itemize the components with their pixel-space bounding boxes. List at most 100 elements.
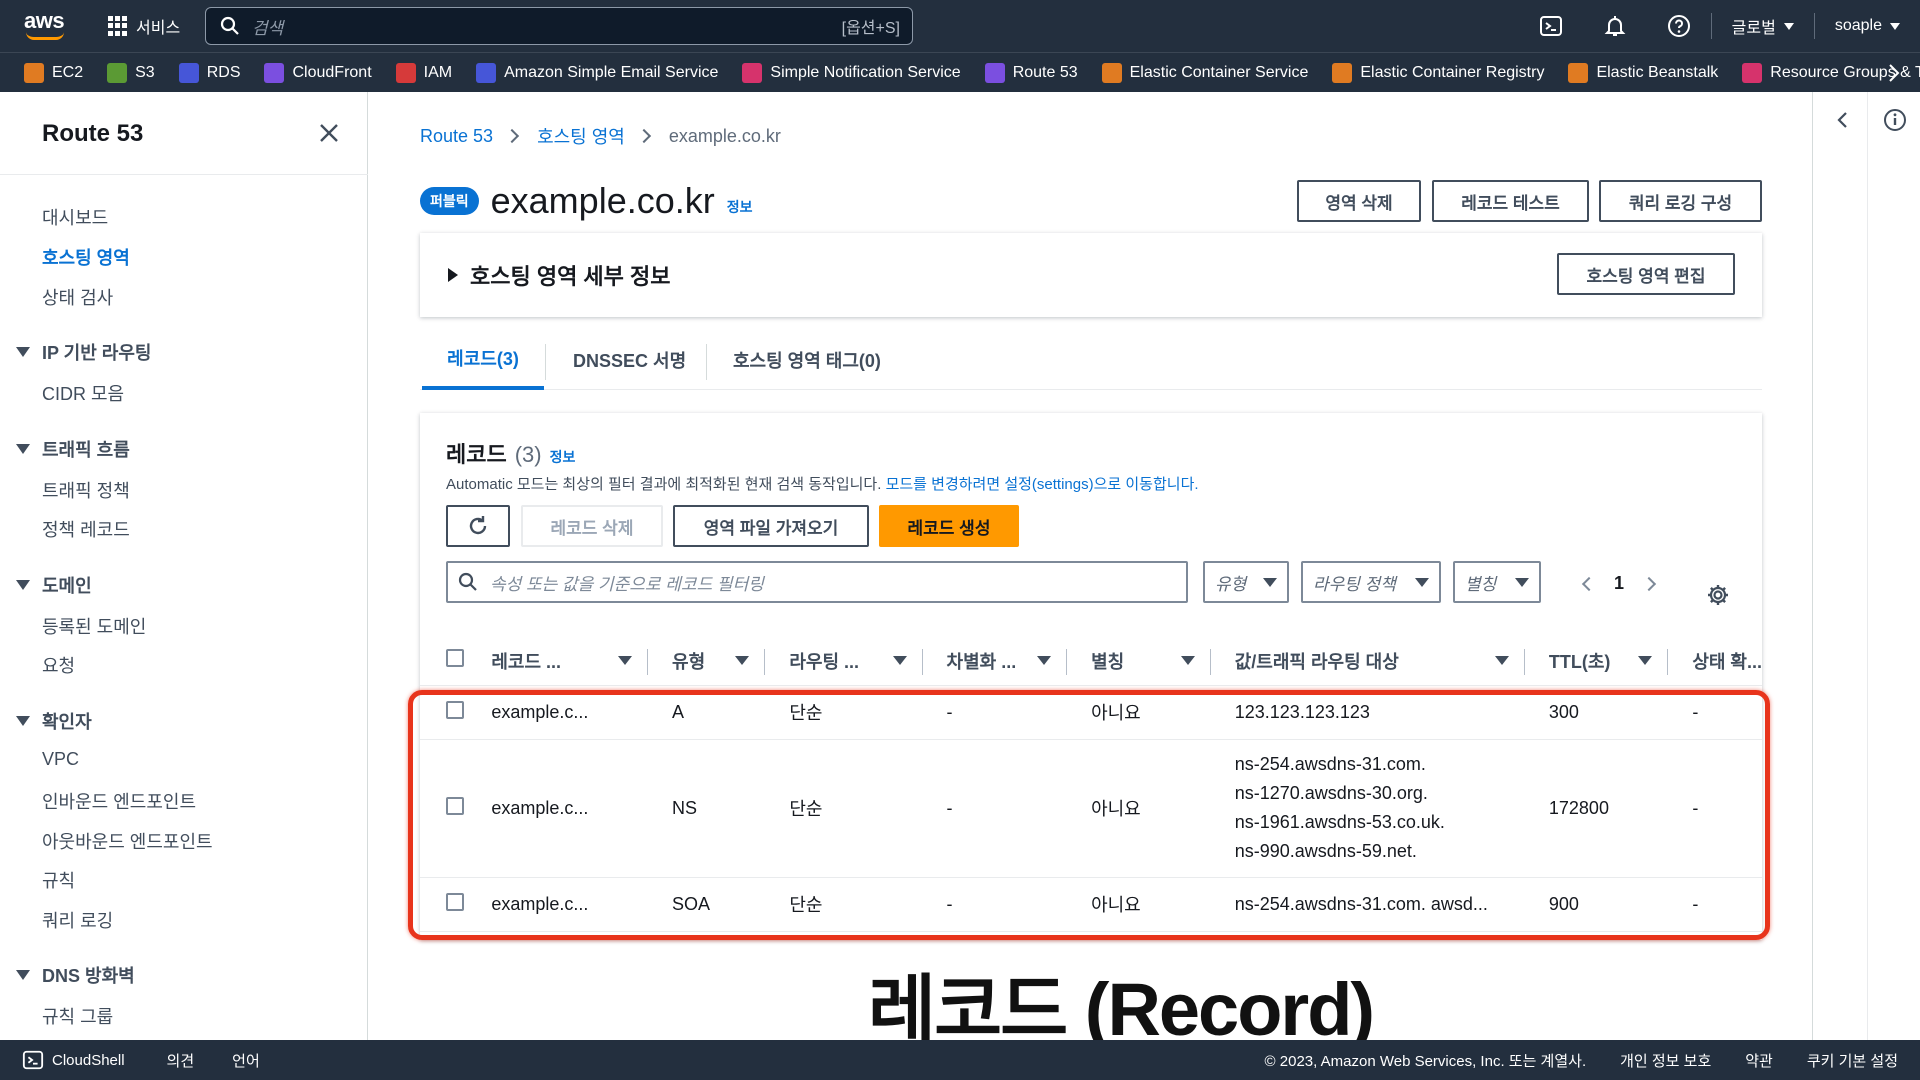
favorite-s3[interactable]: S3: [107, 62, 155, 83]
account-menu[interactable]: soaple: [1835, 17, 1900, 35]
help-icon[interactable]: [1666, 13, 1692, 39]
favorite-beanstalk[interactable]: Elastic Beanstalk: [1568, 62, 1718, 83]
favorite-ecr[interactable]: Elastic Container Registry: [1332, 62, 1544, 83]
services-menu[interactable]: 서비스: [108, 14, 180, 38]
favorite-cloudfront[interactable]: CloudFront: [264, 62, 372, 83]
favorite-ec2[interactable]: EC2: [24, 62, 83, 83]
edit-hosted-zone-button[interactable]: 호스팅 영역 편집: [1557, 253, 1735, 295]
terms-link[interactable]: 약관: [1745, 1050, 1773, 1071]
caret-down-icon: [1515, 577, 1529, 587]
caret-right-icon: [448, 268, 458, 282]
favorite-route53[interactable]: Route 53: [984, 62, 1078, 83]
record-filter-input[interactable]: 속성 또는 값을 기준으로 레코드 필터링: [446, 561, 1188, 603]
sort-icon[interactable]: [1494, 656, 1509, 666]
sidebar-item[interactable]: 규칙 그룹: [42, 1003, 113, 1029]
test-record-button[interactable]: 레코드 테스트: [1432, 180, 1589, 222]
favorite-ecs[interactable]: Elastic Container Service: [1101, 62, 1308, 83]
cloudshell-icon[interactable]: [1538, 13, 1564, 39]
col-health[interactable]: 상태 확...: [1692, 652, 1762, 672]
select-all-checkbox[interactable]: [446, 649, 464, 668]
create-record-button[interactable]: 레코드 생성: [879, 505, 1019, 547]
feedback-link[interactable]: 의견: [167, 1050, 195, 1071]
page-header: 퍼블릭 example.co.kr 정보: [420, 180, 753, 222]
region-selector[interactable]: 글로벌: [1732, 14, 1794, 38]
ecs-icon: [1101, 62, 1122, 83]
sidebar-item[interactable]: 상태 검사: [42, 284, 113, 310]
breadcrumb-hosted-zones[interactable]: 호스팅 영역: [537, 123, 625, 149]
sidebar-item[interactable]: 규칙: [42, 867, 75, 893]
sidebar-section[interactable]: IP 기반 라우팅: [16, 339, 151, 365]
type-dropdown[interactable]: 유형: [1203, 561, 1289, 603]
col-value[interactable]: 값/트래픽 라우팅 대상: [1235, 648, 1399, 674]
sidebar-item[interactable]: 아웃바운드 엔드포인트: [42, 828, 213, 854]
cookie-preferences-link[interactable]: 쿠키 기본 설정: [1807, 1050, 1898, 1071]
info-link[interactable]: 정보: [550, 447, 576, 467]
sidebar-item[interactable]: 등록된 도메인: [42, 613, 146, 639]
sidebar-item[interactable]: 인바운드 엔드포인트: [42, 788, 196, 814]
breadcrumb-route53[interactable]: Route 53: [420, 126, 493, 147]
col-routing[interactable]: 라우팅 ...: [789, 648, 859, 674]
next-page-icon[interactable]: [1641, 576, 1657, 591]
sidebar-section[interactable]: 확인자: [16, 708, 92, 734]
sidebar-section-label: 트래픽 흐름: [42, 439, 130, 460]
caret-down-icon: [16, 715, 30, 726]
tab-zone-tags[interactable]: 호스팅 영역 태그(0): [733, 330, 881, 390]
favorite-sns[interactable]: Simple Notification Service: [742, 62, 961, 83]
col-differentiator[interactable]: 차별화 ...: [947, 648, 1017, 674]
close-icon[interactable]: [318, 122, 340, 144]
col-type[interactable]: 유형: [672, 648, 705, 674]
tab-dnssec[interactable]: DNSSEC 서명: [573, 330, 686, 390]
favorite-rds[interactable]: RDS: [178, 62, 240, 83]
current-page[interactable]: 1: [1614, 573, 1624, 594]
sidebar-item[interactable]: 정책 레코드: [42, 516, 130, 542]
query-logging-button[interactable]: 쿼리 로깅 구성: [1599, 180, 1762, 222]
sort-icon[interactable]: [618, 656, 633, 666]
sidebar-item[interactable]: 쿼리 로깅: [42, 907, 113, 933]
gear-icon[interactable]: [1706, 583, 1730, 607]
chevron-right-icon[interactable]: [1884, 63, 1904, 83]
sidebar-item[interactable]: 트래픽 정책: [42, 477, 130, 503]
delete-record-button[interactable]: 레코드 삭제: [521, 505, 663, 547]
global-search-input[interactable]: 검색 [옵션+S]: [205, 7, 913, 45]
favorite-ses[interactable]: Amazon Simple Email Service: [476, 62, 718, 83]
routing-policy-dropdown[interactable]: 라우팅 정책: [1301, 561, 1441, 603]
privacy-link[interactable]: 개인 정보 보호: [1620, 1050, 1711, 1071]
sidebar-item[interactable]: 대시보드: [42, 204, 108, 230]
sidebar-section[interactable]: 도메인: [16, 572, 92, 598]
sidebar-item[interactable]: CIDR 모음: [42, 380, 124, 406]
favorite-label: Simple Notification Service: [770, 63, 961, 81]
sort-icon[interactable]: [1037, 656, 1052, 666]
sort-icon[interactable]: [1638, 656, 1653, 666]
col-alias[interactable]: 별칭: [1091, 648, 1124, 674]
sort-icon[interactable]: [1180, 656, 1195, 666]
iam-icon: [395, 62, 416, 83]
col-record-name[interactable]: 레코드 ...: [491, 648, 561, 674]
favorite-iam[interactable]: IAM: [395, 62, 452, 83]
details-expander[interactable]: 호스팅 영역 세부 정보: [448, 259, 671, 291]
col-ttl[interactable]: TTL(초): [1549, 648, 1611, 674]
alias-dropdown[interactable]: 별칭: [1453, 561, 1541, 603]
sort-icon[interactable]: [892, 656, 907, 666]
bell-icon[interactable]: [1602, 13, 1628, 39]
prev-page-icon[interactable]: [1581, 576, 1597, 591]
chevron-left-icon[interactable]: [1833, 110, 1853, 130]
public-badge: 퍼블릭: [420, 187, 479, 215]
settings-link[interactable]: 모드를 변경하려면 설정(settings)으로 이동합니다.: [886, 476, 1199, 493]
sidebar-section[interactable]: DNS 방화벽: [16, 962, 135, 988]
info-icon[interactable]: [1883, 108, 1907, 132]
sidebar-item[interactable]: 요청: [42, 652, 75, 678]
info-link[interactable]: 정보: [727, 197, 753, 217]
aws-logo[interactable]: aws: [24, 10, 66, 42]
import-zone-file-button[interactable]: 영역 파일 가져오기: [673, 505, 869, 547]
sidebar-item[interactable]: VPC: [42, 749, 79, 770]
language-link[interactable]: 언어: [232, 1050, 260, 1071]
tab-records[interactable]: 레코드(3): [422, 330, 544, 390]
delete-zone-button[interactable]: 영역 삭제: [1297, 180, 1421, 222]
sidebar-section[interactable]: 트래픽 흐름: [16, 436, 130, 462]
refresh-button[interactable]: [446, 505, 510, 547]
sidebar-item[interactable]: 호스팅 영역: [42, 244, 130, 270]
cloudshell-button[interactable]: CloudShell: [22, 1049, 125, 1071]
route53-icon: [984, 62, 1005, 83]
sort-icon[interactable]: [735, 656, 750, 666]
region-label: 글로벌: [1731, 20, 1776, 37]
